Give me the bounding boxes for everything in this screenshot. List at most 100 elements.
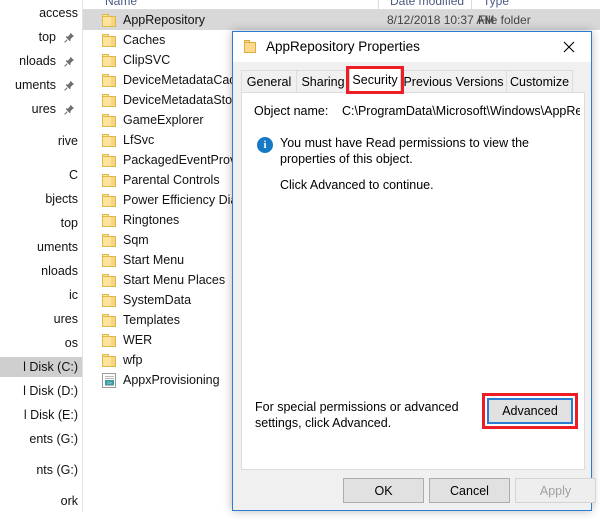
tab-general[interactable]: General bbox=[241, 70, 297, 92]
security-tab-panel: Object name: C:\ProgramData\Microsoft\Wi… bbox=[241, 92, 585, 470]
dialog-title: AppRepository Properties bbox=[266, 39, 420, 54]
pin-icon bbox=[64, 32, 75, 43]
nav-item[interactable]: l Disk (E:) bbox=[0, 405, 82, 425]
file-name: Start Menu Places bbox=[123, 273, 226, 287]
pin-icon bbox=[64, 80, 75, 91]
nav-item[interactable]: nts (G:) bbox=[0, 460, 82, 480]
nav-item[interactable]: l Disk (C:) bbox=[0, 357, 82, 377]
nav-item-label: ic bbox=[68, 288, 78, 302]
nav-item-label: os bbox=[64, 336, 78, 350]
column-header-row[interactable]: Name Date modified Type bbox=[83, 0, 600, 9]
nav-item[interactable]: ures bbox=[0, 309, 82, 329]
folder-icon bbox=[102, 313, 117, 327]
dialog-title-bar[interactable]: AppRepository Properties bbox=[233, 32, 591, 62]
folder-icon bbox=[102, 113, 117, 127]
file-name: LfSvc bbox=[123, 133, 155, 147]
folder-icon bbox=[102, 33, 117, 47]
nav-item-label: ents (G:) bbox=[29, 432, 78, 446]
nav-item[interactable]: nloads bbox=[0, 261, 82, 281]
tab-customize[interactable]: Customize bbox=[506, 70, 573, 92]
file-name: DeviceMetadataCache bbox=[123, 73, 250, 87]
nav-item[interactable]: nloads bbox=[0, 51, 82, 71]
nav-item[interactable]: os bbox=[0, 333, 82, 353]
nav-item[interactable]: ents (G:) bbox=[0, 429, 82, 449]
nav-item-label: uments bbox=[15, 78, 56, 92]
info-icon: i bbox=[257, 137, 273, 153]
folder-icon bbox=[102, 173, 117, 187]
nav-item-label: l Disk (D:) bbox=[23, 384, 78, 398]
nav-item[interactable]: uments bbox=[0, 75, 82, 95]
nav-item[interactable]: bjects bbox=[0, 189, 82, 209]
folder-icon bbox=[102, 213, 117, 227]
column-separator[interactable] bbox=[378, 0, 379, 9]
object-name-value: C:\ProgramData\Microsoft\Windows\AppRepo… bbox=[342, 104, 580, 118]
file-name: Templates bbox=[123, 313, 180, 327]
column-header[interactable]: Name bbox=[105, 0, 137, 8]
nav-item-label: nts (G:) bbox=[36, 463, 78, 477]
apply-button: Apply bbox=[515, 478, 596, 503]
nav-item-label: ures bbox=[53, 312, 78, 326]
click-advanced-message: Click Advanced to continue. bbox=[280, 178, 434, 192]
file-type: File folder bbox=[478, 13, 531, 27]
ok-button[interactable]: OK bbox=[343, 478, 424, 503]
nav-item[interactable]: ures bbox=[0, 99, 82, 119]
file-name: GameExplorer bbox=[123, 113, 204, 127]
nav-item-label: access bbox=[39, 6, 78, 20]
folder-icon bbox=[102, 153, 117, 167]
file-name: Parental Controls bbox=[123, 173, 220, 187]
file-name: Start Menu bbox=[123, 253, 185, 267]
file-name: Caches bbox=[123, 33, 166, 47]
nav-item-label: top bbox=[60, 216, 78, 230]
nav-item[interactable]: top bbox=[0, 27, 82, 47]
folder-icon bbox=[102, 13, 117, 27]
nav-item[interactable]: access bbox=[0, 3, 82, 23]
nav-item[interactable]: rive bbox=[0, 131, 82, 151]
file-list-item[interactable]: AppRepository 8/12/2018 10:37 AM File fold… bbox=[83, 10, 600, 30]
close-icon[interactable] bbox=[547, 32, 591, 61]
nav-item-label: ures bbox=[31, 102, 56, 116]
nav-item[interactable]: l Disk (D:) bbox=[0, 381, 82, 401]
nav-item-label: nloads bbox=[19, 54, 56, 68]
folder-icon bbox=[102, 353, 117, 367]
pin-icon bbox=[64, 104, 75, 115]
folder-icon bbox=[102, 233, 117, 247]
file-name: AppRepository bbox=[123, 13, 205, 27]
folder-icon bbox=[102, 293, 117, 307]
navigation-pane[interactable]: access top nloads uments ures rive Cbjects top u… bbox=[0, 0, 82, 520]
folder-icon bbox=[102, 53, 117, 67]
tab-previous-versions[interactable]: Previous Versions bbox=[400, 70, 507, 92]
column-header[interactable]: Date modified bbox=[390, 0, 464, 8]
advanced-button[interactable]: Advanced bbox=[487, 398, 573, 424]
advanced-settings-hint: For special permissions or advanced sett… bbox=[255, 400, 459, 430]
nav-item-label: l Disk (E:) bbox=[23, 408, 78, 422]
file-name: AppxProvisioning bbox=[123, 373, 220, 387]
nav-item[interactable]: uments bbox=[0, 237, 82, 257]
object-name-label: Object name: bbox=[254, 104, 329, 118]
nav-item-label: C bbox=[68, 168, 78, 182]
nav-item-label: l Disk (C:) bbox=[23, 360, 78, 374]
file-name: DeviceMetadataStore bbox=[123, 93, 244, 107]
xml-file-icon: <> bbox=[102, 372, 116, 388]
nav-item-label: bjects bbox=[45, 192, 78, 206]
nav-item[interactable]: top bbox=[0, 213, 82, 233]
nav-item-label: top bbox=[38, 30, 56, 44]
tab-security[interactable]: Security bbox=[349, 68, 401, 92]
cancel-button[interactable]: Cancel bbox=[429, 478, 510, 503]
tab-sharing[interactable]: Sharing bbox=[296, 70, 350, 92]
nav-item[interactable]: ork bbox=[0, 491, 82, 511]
column-separator[interactable] bbox=[471, 0, 472, 9]
nav-item[interactable]: ic bbox=[0, 285, 82, 305]
file-name: Sqm bbox=[123, 233, 149, 247]
screen: access top nloads uments ures rive Cbjects top u… bbox=[0, 0, 600, 520]
folder-icon bbox=[244, 40, 258, 54]
folder-icon bbox=[102, 73, 117, 87]
nav-item[interactable]: C bbox=[0, 165, 82, 185]
nav-item-label: nloads bbox=[41, 264, 78, 278]
column-header[interactable]: Type bbox=[483, 0, 509, 8]
folder-icon bbox=[102, 333, 117, 347]
folder-icon bbox=[102, 193, 117, 207]
file-name: SystemData bbox=[123, 293, 192, 307]
tab-strip[interactable]: General Sharing Security Previous Versions C… bbox=[241, 66, 585, 94]
folder-icon bbox=[102, 253, 117, 267]
folder-icon bbox=[102, 93, 117, 107]
